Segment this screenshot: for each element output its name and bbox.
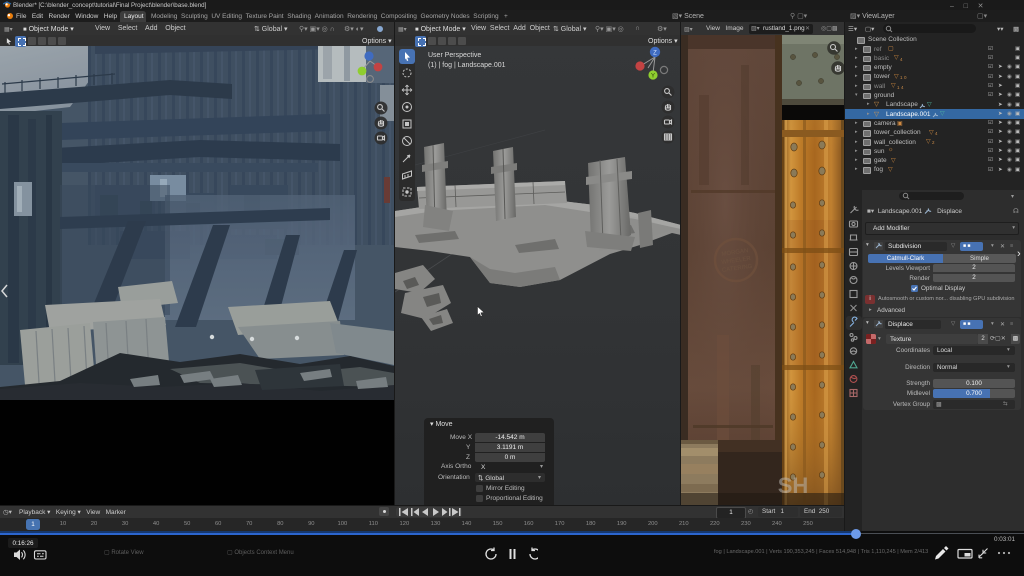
svg-text:Z: Z (653, 51, 657, 57)
svg-text:Y: Y (651, 74, 655, 80)
